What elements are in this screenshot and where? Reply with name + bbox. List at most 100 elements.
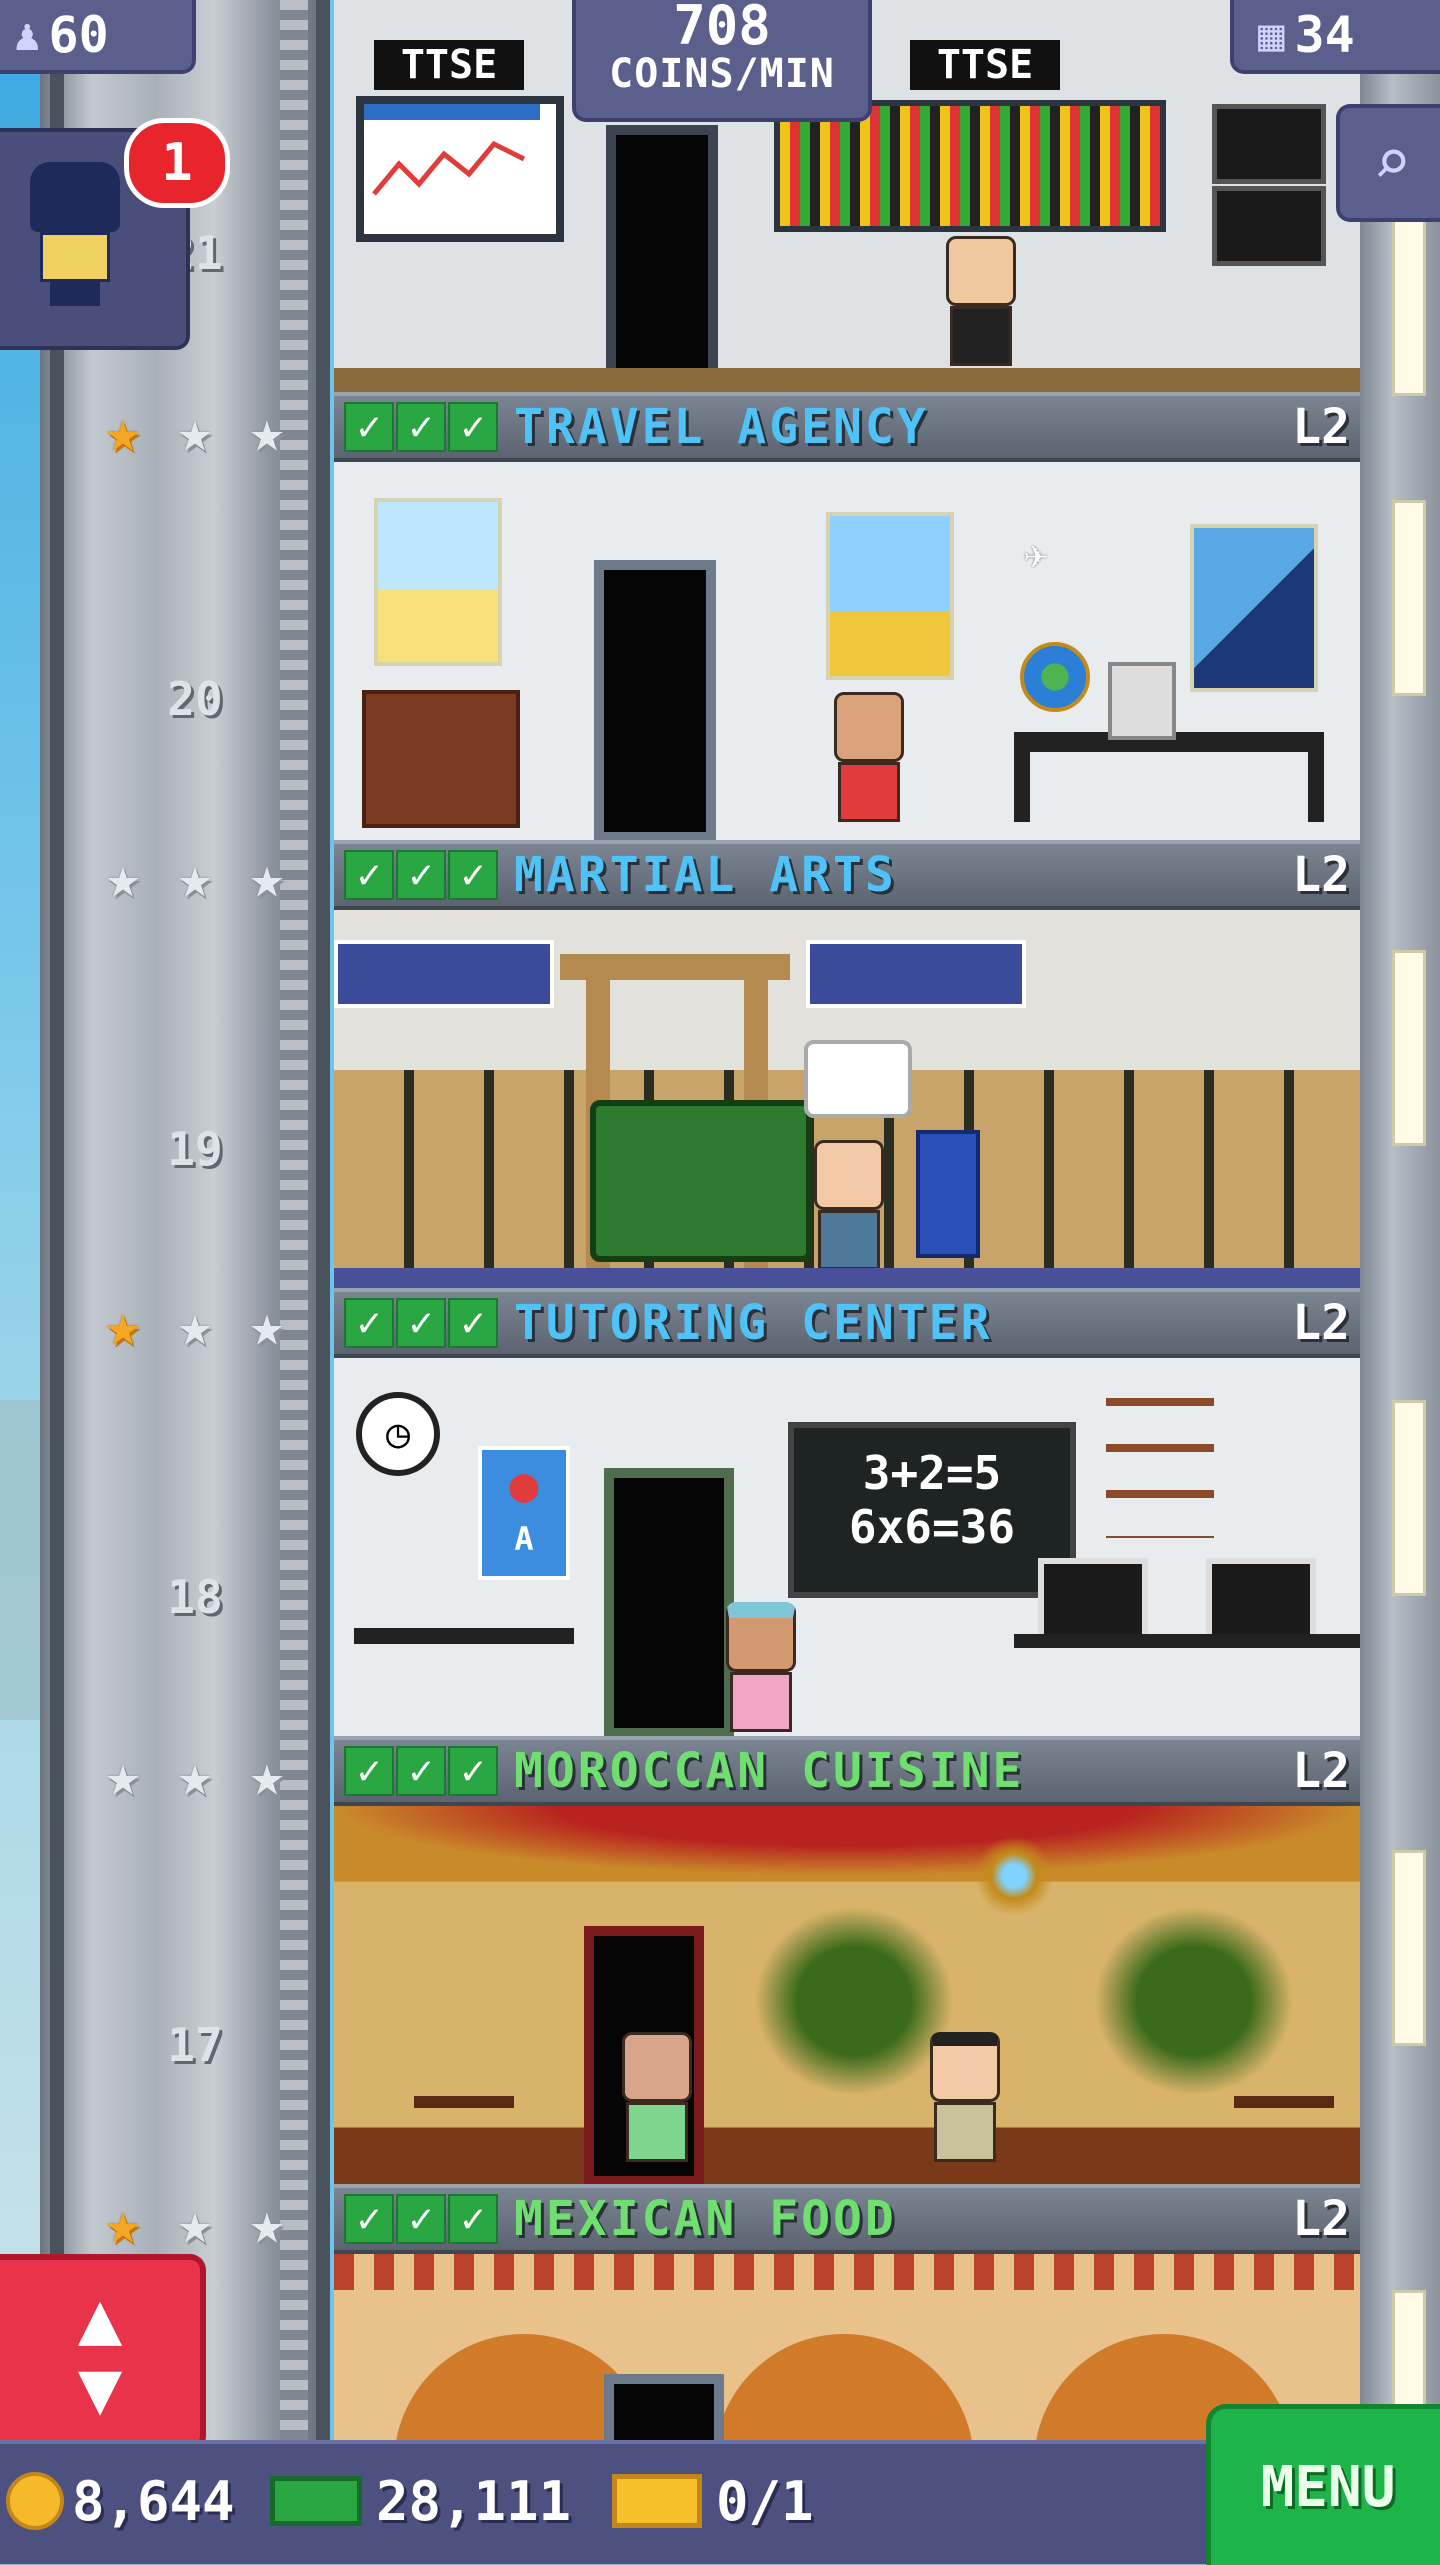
elevator-button[interactable]: ▲ ▼ xyxy=(0,2254,206,2452)
floor-banner-tutoring-center[interactable]: ✓ ✓ ✓ TUTORING CENTER L2 xyxy=(334,1288,1360,1358)
check-icon: ✓ xyxy=(344,850,394,900)
city-skyline xyxy=(0,1400,40,1720)
stars-moroccan-cuisine: ★ ★ ★ xyxy=(92,1744,298,1806)
floor-mexican-food[interactable] xyxy=(334,2254,1360,2440)
population-value: 60 xyxy=(48,6,109,64)
floor-boards xyxy=(334,368,1360,392)
checks: ✓ ✓ ✓ xyxy=(344,850,498,900)
diner-person[interactable] xyxy=(622,2032,692,2162)
avatar xyxy=(30,162,120,312)
star-icon: ★ xyxy=(177,397,213,465)
dojo-banner xyxy=(334,940,554,1008)
bux-value: 28,111 xyxy=(376,2469,572,2533)
floor-banner-mexican-food[interactable]: ✓ ✓ ✓ MEXICAN FOOD L2 xyxy=(334,2184,1360,2254)
golden-tickets-value: 0/1 xyxy=(716,2469,814,2533)
ttse-sign: TTSE xyxy=(374,40,524,90)
window xyxy=(1392,1400,1426,1596)
population-icon: ♟ xyxy=(14,9,41,61)
coins-per-minute-value: 708 xyxy=(673,0,771,57)
chef-person[interactable] xyxy=(930,2032,1000,2162)
monitor-yellow xyxy=(1212,186,1326,266)
floor-level: L2 xyxy=(1292,399,1350,455)
speech-bubble xyxy=(804,1040,912,1118)
sunset-poster xyxy=(826,512,954,680)
population-counter[interactable]: ♟ 60 xyxy=(0,0,196,74)
floor-level: L2 xyxy=(1292,1295,1350,1351)
floors-value: 34 xyxy=(1294,6,1355,64)
stars-mexican-food: ★ ★ ★ xyxy=(92,2192,298,2254)
check-icon: ✓ xyxy=(448,1746,498,1796)
poster-letter: A xyxy=(514,1520,534,1558)
floors-icon: ▦ xyxy=(1258,9,1285,61)
window xyxy=(1392,1850,1426,2046)
star-icon: ★ xyxy=(249,2189,285,2257)
star-icon: ★ xyxy=(249,1291,285,1359)
dining-table xyxy=(414,2096,514,2108)
torii-gate xyxy=(560,954,790,980)
star-icon: ★ xyxy=(177,843,213,911)
check-icon: ✓ xyxy=(448,2194,498,2244)
check-icon: ✓ xyxy=(344,402,394,452)
shaft-rail xyxy=(316,0,330,2440)
floor-name: MOROCCAN CUISINE xyxy=(514,1743,1025,1799)
doorway xyxy=(604,1468,734,1736)
coins-per-minute[interactable]: 708 COINS/MIN xyxy=(572,0,872,122)
coins-counter[interactable]: 8,644 xyxy=(6,2446,235,2556)
floor-number-18: 18 xyxy=(167,1570,223,1624)
arch xyxy=(714,2334,974,2440)
star-icon: ★ xyxy=(105,1291,141,1359)
computer-monitor xyxy=(1206,1558,1316,1640)
dojo-banner xyxy=(806,940,1026,1008)
blackboard: 3+2=5 6x6=36 xyxy=(788,1422,1076,1598)
travel-agent-person[interactable] xyxy=(834,692,904,822)
floor-name: TRAVEL AGENCY xyxy=(514,399,929,455)
floor-banner-travel-agency[interactable]: ✓ ✓ ✓ TRAVEL AGENCY L2 xyxy=(334,392,1360,462)
floors-counter[interactable]: ▦ 34 xyxy=(1230,0,1440,74)
floor-level: L2 xyxy=(1292,1743,1350,1799)
tutor-person[interactable] xyxy=(726,1602,796,1732)
dining-table xyxy=(1234,2096,1334,2108)
monitor-green xyxy=(1212,104,1326,184)
floor-number-20: 20 xyxy=(167,672,223,726)
clock-icon: ◷ xyxy=(356,1392,440,1476)
bux-counter[interactable]: 28,111 xyxy=(270,2446,571,2556)
elevator-cable xyxy=(280,0,308,2440)
lantern-icon xyxy=(974,1836,1054,1916)
doorway xyxy=(606,125,718,385)
bux-icon xyxy=(270,2476,362,2526)
martial-arts-person[interactable] xyxy=(814,1140,884,1270)
palm-plant xyxy=(754,1906,954,2096)
floor-moroccan-cuisine[interactable] xyxy=(334,1806,1360,2184)
floor-travel-agency[interactable]: ✈ xyxy=(334,462,1360,840)
floor-name: MARTIAL ARTS xyxy=(514,847,897,903)
floor-banner-moroccan-cuisine[interactable]: ✓ ✓ ✓ MOROCCAN CUISINE L2 xyxy=(334,1736,1360,1806)
green-jeep xyxy=(590,1100,812,1262)
floor-tutoring-center[interactable]: ◷ ● A 3+2=5 6x6=36 xyxy=(334,1358,1360,1736)
computer-monitor xyxy=(1038,1558,1148,1640)
elevator-icon: ▲ ▼ xyxy=(77,2275,123,2431)
checks: ✓ ✓ ✓ xyxy=(344,1746,498,1796)
doorway xyxy=(594,560,716,840)
star-icon: ★ xyxy=(105,843,141,911)
trader-person[interactable] xyxy=(946,236,1016,366)
star-icon: ★ xyxy=(249,843,285,911)
menu-button[interactable]: MENU xyxy=(1206,2404,1440,2565)
search-button[interactable]: ⌕ xyxy=(1336,104,1440,222)
golden-tickets-counter[interactable]: 0/1 xyxy=(612,2446,814,2556)
check-icon: ✓ xyxy=(448,402,498,452)
floor-number-19: 19 xyxy=(167,1122,223,1176)
punching-bag xyxy=(916,1130,980,1258)
star-icon: ★ xyxy=(249,397,285,465)
palm-plant xyxy=(1094,1906,1294,2096)
coins-per-minute-label: COINS/MIN xyxy=(609,51,835,97)
star-icon: ★ xyxy=(177,1741,213,1809)
stars-tutoring-center: ★ ★ ★ xyxy=(92,1294,298,1356)
desk xyxy=(354,1628,574,1644)
elevator-shaft[interactable] xyxy=(40,0,330,2440)
floor-banner-martial-arts[interactable]: ✓ ✓ ✓ MARTIAL ARTS L2 xyxy=(334,840,1360,910)
floor-name: MEXICAN FOOD xyxy=(514,2191,897,2247)
shaft-rail xyxy=(50,0,64,2440)
check-icon: ✓ xyxy=(344,2194,394,2244)
floor-martial-arts[interactable] xyxy=(334,910,1360,1288)
star-icon: ★ xyxy=(105,2189,141,2257)
